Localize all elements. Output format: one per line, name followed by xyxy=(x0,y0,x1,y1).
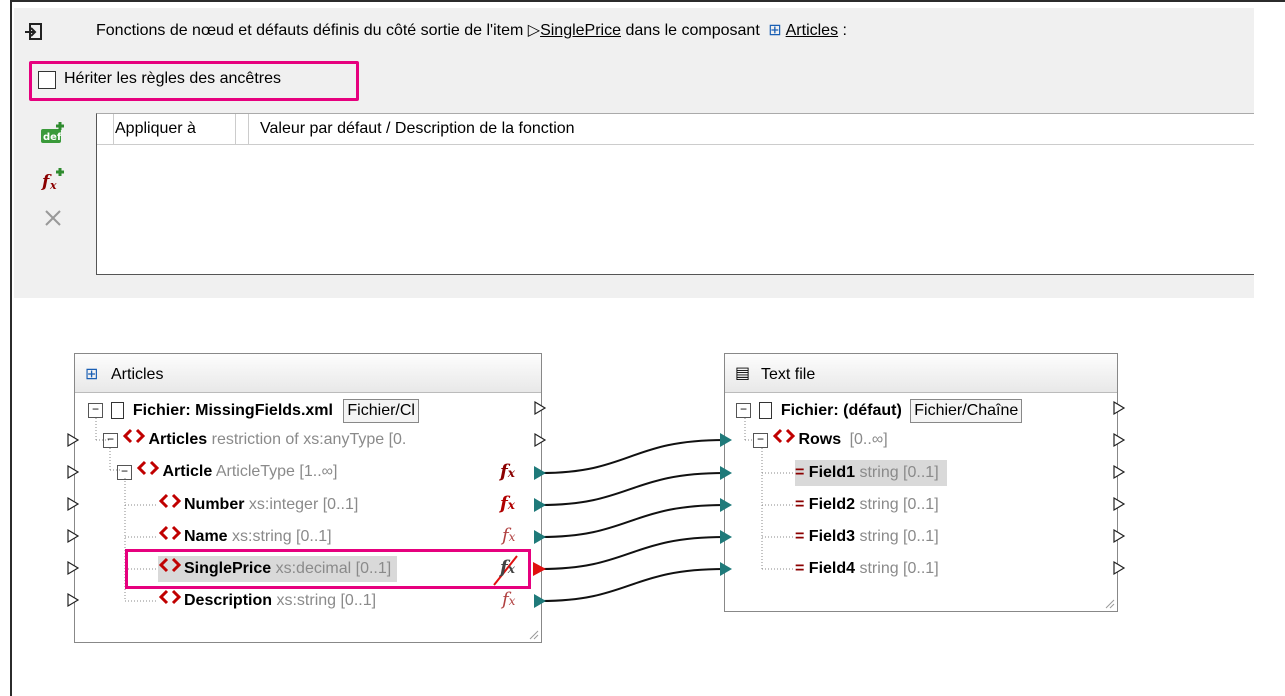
field-icon: = xyxy=(795,560,805,577)
node-name: Rows xyxy=(798,431,842,449)
element-icon xyxy=(158,588,182,614)
articles-file-row[interactable]: − Fichier: MissingFields.xml Fichier/Cl xyxy=(88,398,419,424)
articles-file-box[interactable]: Fichier/Cl xyxy=(343,399,419,423)
node-name: Field1 xyxy=(808,464,856,481)
file-icon xyxy=(111,402,125,420)
element-icon xyxy=(136,459,160,485)
node-name: Description xyxy=(184,592,273,610)
collapse-icon[interactable]: − xyxy=(117,464,132,480)
collapse-icon[interactable]: − xyxy=(736,403,751,419)
element-icon xyxy=(158,492,182,518)
field-icon: = xyxy=(795,528,805,545)
node-type: ArticleType [1..∞] xyxy=(215,463,338,481)
singleprice-highlight xyxy=(125,549,531,589)
node-function-disabled-icon[interactable]: fx xyxy=(500,557,515,578)
node-type: [0..∞] xyxy=(849,431,888,449)
node-type: string [0..1] xyxy=(859,464,939,481)
number-tree-row[interactable]: Number xs:integer [0..1] xyxy=(158,492,358,518)
node-name: Field2 xyxy=(808,496,856,513)
article-tree-row[interactable]: − Article ArticleType [1..∞] xyxy=(117,459,337,485)
node-function-icon[interactable]: fx xyxy=(500,493,515,514)
node-type: restriction of xs:anyType [0. xyxy=(211,431,407,449)
node-name: Field3 xyxy=(808,528,856,545)
articles-tree-row[interactable]: − Articles restriction of xs:anyType [0. xyxy=(103,427,406,453)
field3-tree-row[interactable]: = Field3 string [0..1] xyxy=(795,524,939,550)
name-tree-row[interactable]: Name xs:string [0..1] xyxy=(158,524,332,550)
node-name: Number xyxy=(184,496,245,514)
node-name: Name xyxy=(184,528,228,546)
rows-tree-row[interactable]: − Rows [0..∞] xyxy=(753,427,888,453)
node-name: Field4 xyxy=(808,560,856,577)
textfile-file-row[interactable]: − Fichier: (défaut) Fichier/Chaîne xyxy=(736,398,1023,424)
collapse-icon[interactable]: − xyxy=(103,432,118,448)
node-function-icon[interactable]: fx xyxy=(500,461,515,482)
node-default-icon[interactable]: fx xyxy=(502,525,515,546)
field-icon: = xyxy=(795,464,805,481)
node-type: xs:string [0..1] xyxy=(276,592,377,610)
field4-tree-row[interactable]: = Field4 string [0..1] xyxy=(795,556,939,582)
element-icon xyxy=(772,427,796,453)
element-icon xyxy=(122,427,146,453)
node-type: string [0..1] xyxy=(859,560,939,577)
node-type: xs:integer [0..1] xyxy=(248,496,359,514)
node-default-icon[interactable]: fx xyxy=(502,589,515,610)
file-icon xyxy=(759,402,773,420)
description-tree-row[interactable]: Description xs:string [0..1] xyxy=(158,588,376,614)
articles-file-label: Fichier: MissingFields.xml xyxy=(132,402,333,419)
node-type: xs:string [0..1] xyxy=(232,528,332,546)
node-type: string [0..1] xyxy=(859,496,939,513)
node-name: Article xyxy=(162,463,213,481)
collapse-icon[interactable]: − xyxy=(753,432,768,448)
field1-tree-row[interactable]: = Field1 string [0..1] xyxy=(795,460,947,486)
collapse-icon[interactable]: − xyxy=(88,403,103,419)
textfile-file-box[interactable]: Fichier/Chaîne xyxy=(910,399,1023,423)
field-icon: = xyxy=(795,496,805,513)
textfile-file-label: Fichier: (défaut) xyxy=(780,402,902,419)
field2-tree-row[interactable]: = Field2 string [0..1] xyxy=(795,492,939,518)
element-icon xyxy=(158,524,182,550)
node-type: string [0..1] xyxy=(859,528,939,545)
node-name: Articles xyxy=(148,431,208,449)
